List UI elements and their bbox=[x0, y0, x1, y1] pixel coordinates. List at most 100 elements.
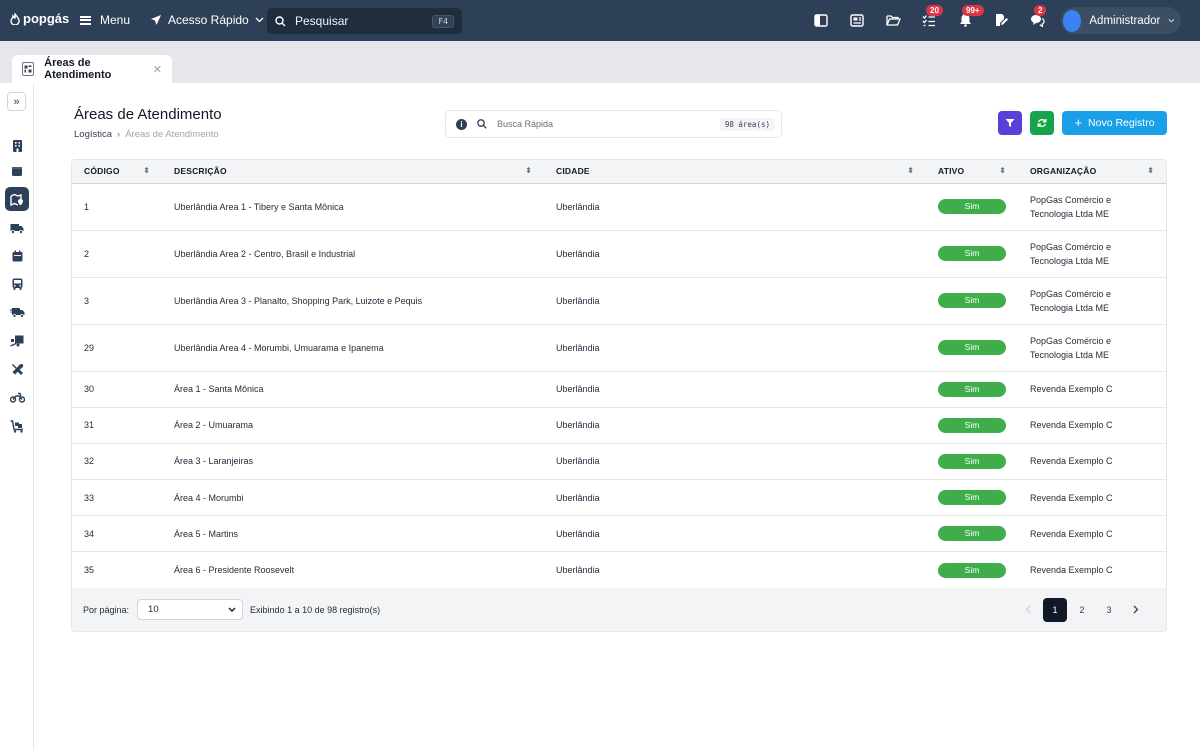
breadcrumb-separator: › bbox=[117, 129, 121, 140]
column-header-code[interactable]: CÓDIGO ⬍ bbox=[72, 160, 162, 184]
table-row[interactable]: 30 Área 1 - Santa Mônica Uberlândia Sim Reve… bbox=[72, 371, 1166, 408]
sidebar-item-bus[interactable] bbox=[5, 272, 29, 296]
table-row[interactable]: 29 Uberlândia Area 4 - Morumbi, Umuarama … bbox=[72, 324, 1166, 372]
menu-button[interactable]: Menu bbox=[80, 13, 130, 27]
plus-icon: + bbox=[1074, 115, 1083, 130]
chat-icon[interactable]: 2 bbox=[1028, 5, 1047, 29]
sidebar-expand-button[interactable]: » bbox=[7, 92, 26, 111]
table-row[interactable]: 31 Área 2 - Umuarama Uberlândia Sim Revenda … bbox=[72, 407, 1166, 444]
organization-line-2: Tecnologia Ltda ME bbox=[1030, 255, 1110, 266]
table-row[interactable]: 32 Área 3 - Laranjeiras Uberlândia Sim Reven… bbox=[72, 443, 1166, 481]
sort-icon[interactable]: ⬍ bbox=[999, 166, 1006, 175]
cell-active: Sim bbox=[926, 277, 1018, 325]
cell-description: Uberlândia Area 3 - Planalto, Shopping P… bbox=[162, 277, 544, 325]
active-status-badge[interactable]: Sim bbox=[938, 293, 1006, 308]
page-button-1[interactable]: 1 bbox=[1043, 597, 1067, 622]
cell-code: 30 bbox=[72, 371, 162, 408]
table-row[interactable]: 1 Uberlândia Area 1 - Tibery e Santa Môni… bbox=[72, 183, 1166, 231]
sidebar-item-building[interactable] bbox=[5, 133, 29, 157]
breadcrumb-parent[interactable]: Logística bbox=[74, 129, 112, 140]
sort-icon[interactable]: ⬍ bbox=[525, 166, 532, 175]
bus-icon bbox=[12, 278, 22, 290]
active-status-badge[interactable]: Sim bbox=[938, 453, 1006, 469]
cell-city: Uberlândia bbox=[544, 443, 926, 481]
active-status-badge[interactable]: Sim bbox=[938, 562, 1006, 578]
previous-page-button[interactable] bbox=[1016, 598, 1040, 622]
active-status-badge[interactable]: Sim bbox=[938, 340, 1006, 355]
active-status-badge[interactable]: Sim bbox=[938, 417, 1006, 433]
table-row[interactable]: 34 Área 5 - Martins Uberlândia Sim Revenda E… bbox=[72, 515, 1166, 553]
active-status-badge[interactable]: Sim bbox=[938, 199, 1006, 214]
newspaper-icon[interactable] bbox=[848, 11, 866, 29]
active-status-badge[interactable]: Sim bbox=[938, 381, 1006, 397]
messages-badge: 2 bbox=[1034, 5, 1047, 16]
sidebar-item-cart[interactable] bbox=[5, 414, 29, 438]
global-search-input[interactable]: Pesquisar F4 bbox=[267, 8, 462, 34]
table-row[interactable]: 33 Área 4 - Morumbi Uberlândia Sim Revenda E… bbox=[72, 479, 1166, 517]
quick-access-dropdown[interactable]: Acesso Rápido bbox=[150, 13, 264, 27]
column-header-organization[interactable]: ORGANIZAÇÃO ⬍ bbox=[1018, 160, 1166, 184]
table-row[interactable]: 35 Área 6 - Presidente Roosevelt Uberlândi… bbox=[72, 551, 1166, 589]
column-header-description[interactable]: DESCRIÇÃO ⬍ bbox=[162, 160, 544, 184]
top-icon-group: 20 99+ 2 bbox=[812, 5, 1047, 29]
sidebar-item-motorcycle[interactable] bbox=[5, 385, 29, 409]
notifications-badge: 99+ bbox=[962, 5, 984, 16]
folder-open-icon[interactable] bbox=[884, 11, 902, 29]
tools-icon bbox=[11, 363, 23, 375]
logo[interactable]: popgás bbox=[10, 11, 69, 26]
cell-organization: Revenda Exemplo C bbox=[1018, 515, 1166, 553]
close-icon[interactable]: ✕ bbox=[153, 63, 162, 76]
cell-city: Uberlândia bbox=[544, 277, 926, 325]
sidebar-item-delivery[interactable] bbox=[5, 300, 29, 324]
sidebar-item-tools[interactable] bbox=[5, 357, 29, 381]
cell-city: Uberlândia bbox=[544, 479, 926, 517]
sort-icon[interactable]: ⬍ bbox=[143, 166, 150, 175]
sidebar-item-loading[interactable] bbox=[5, 329, 29, 353]
sidebar-item-calendar[interactable] bbox=[5, 244, 29, 268]
active-status-badge[interactable]: Sim bbox=[938, 526, 1006, 542]
user-menu[interactable]: Administrador bbox=[1061, 7, 1181, 34]
page-button-2[interactable]: 2 bbox=[1070, 598, 1094, 622]
search-shortcut-key: F4 bbox=[432, 14, 454, 28]
filter-button[interactable] bbox=[998, 111, 1022, 135]
column-header-active[interactable]: ATIVO ⬍ bbox=[926, 160, 1018, 184]
sidebar-item-box[interactable] bbox=[5, 159, 29, 183]
search-icon bbox=[275, 15, 286, 26]
table-row[interactable]: 2 Uberlândia Area 2 - Centro, Brasil e In… bbox=[72, 230, 1166, 278]
bell-icon[interactable]: 99+ bbox=[956, 5, 984, 29]
cell-code: 32 bbox=[72, 443, 162, 481]
tasks-icon[interactable]: 20 bbox=[920, 5, 943, 29]
cell-description: Área 4 - Morumbi bbox=[162, 479, 544, 517]
new-record-button[interactable]: + Novo Registro bbox=[1062, 111, 1167, 135]
cell-city: Uberlândia bbox=[544, 371, 926, 408]
sidebar: » bbox=[0, 83, 34, 750]
sidebar-layout-icon[interactable] bbox=[812, 11, 830, 29]
sidebar-item-truck[interactable] bbox=[5, 216, 29, 240]
sort-icon[interactable]: ⬍ bbox=[1147, 166, 1154, 175]
per-page-select[interactable]: 10 bbox=[137, 599, 244, 620]
file-signature-icon[interactable] bbox=[992, 11, 1010, 29]
active-status-badge[interactable]: Sim bbox=[938, 490, 1006, 506]
truck-ramp-icon bbox=[10, 335, 24, 347]
column-header-city[interactable]: CIDADE ⬍ bbox=[544, 160, 926, 184]
cell-organization: Revenda Exemplo C bbox=[1018, 407, 1166, 444]
tab-areas-atendimento[interactable]: Áreas de Atendimento ✕ bbox=[12, 55, 172, 83]
cell-description: Área 1 - Santa Mônica bbox=[162, 371, 544, 408]
menu-label: Menu bbox=[100, 13, 131, 27]
refresh-button[interactable] bbox=[1030, 111, 1054, 135]
next-page-button[interactable] bbox=[1124, 598, 1148, 622]
active-status-badge[interactable]: Sim bbox=[938, 246, 1006, 261]
table-row[interactable]: 3 Uberlândia Area 3 - Planalto, Shopping … bbox=[72, 277, 1166, 325]
page-button-3[interactable]: 3 bbox=[1097, 598, 1121, 622]
showing-records-text: Exibindo 1 a 10 de 98 registro(s) bbox=[250, 604, 381, 615]
cell-organization: PopGas Comércio e Tecnologia Ltda ME bbox=[1018, 183, 1166, 231]
cell-code: 29 bbox=[72, 324, 162, 372]
info-icon[interactable]: i bbox=[456, 118, 467, 130]
main-content: Áreas de Atendimento Logística › Áreas d… bbox=[34, 83, 1200, 750]
sidebar-item-logistics[interactable] bbox=[5, 187, 29, 211]
quick-search-input[interactable]: i Busca Rápida 98 área(s) bbox=[445, 110, 782, 138]
organization-line-2: Tecnologia Ltda ME bbox=[1030, 302, 1110, 313]
page-title: Áreas de Atendimento bbox=[74, 106, 222, 123]
sort-icon[interactable]: ⬍ bbox=[907, 166, 914, 175]
organization-line-1: PopGas Comércio e bbox=[1030, 241, 1112, 252]
